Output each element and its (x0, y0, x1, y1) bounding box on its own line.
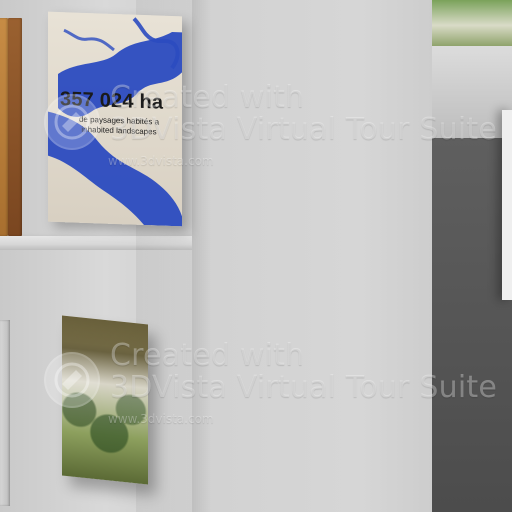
room-ceiling (432, 46, 512, 138)
book-cover-photo (62, 315, 148, 485)
room-floor (432, 138, 512, 512)
room-view-right (432, 0, 512, 512)
book-title: 357 024 ha (60, 88, 164, 114)
book-cover-map: 357 024 ha de paysages habités a inhabit… (48, 11, 182, 227)
book-subtitle: de paysages habités a inhabited landscap… (78, 114, 160, 137)
wall-pillar (192, 0, 432, 512)
room-photo-print (432, 0, 512, 46)
book-spine (8, 18, 22, 236)
book-edge (0, 320, 10, 506)
virtual-tour-view[interactable]: 357 024 ha de paysages habités a inhabit… (0, 0, 512, 512)
room-display-panel (502, 110, 512, 300)
book-spine (0, 18, 8, 236)
